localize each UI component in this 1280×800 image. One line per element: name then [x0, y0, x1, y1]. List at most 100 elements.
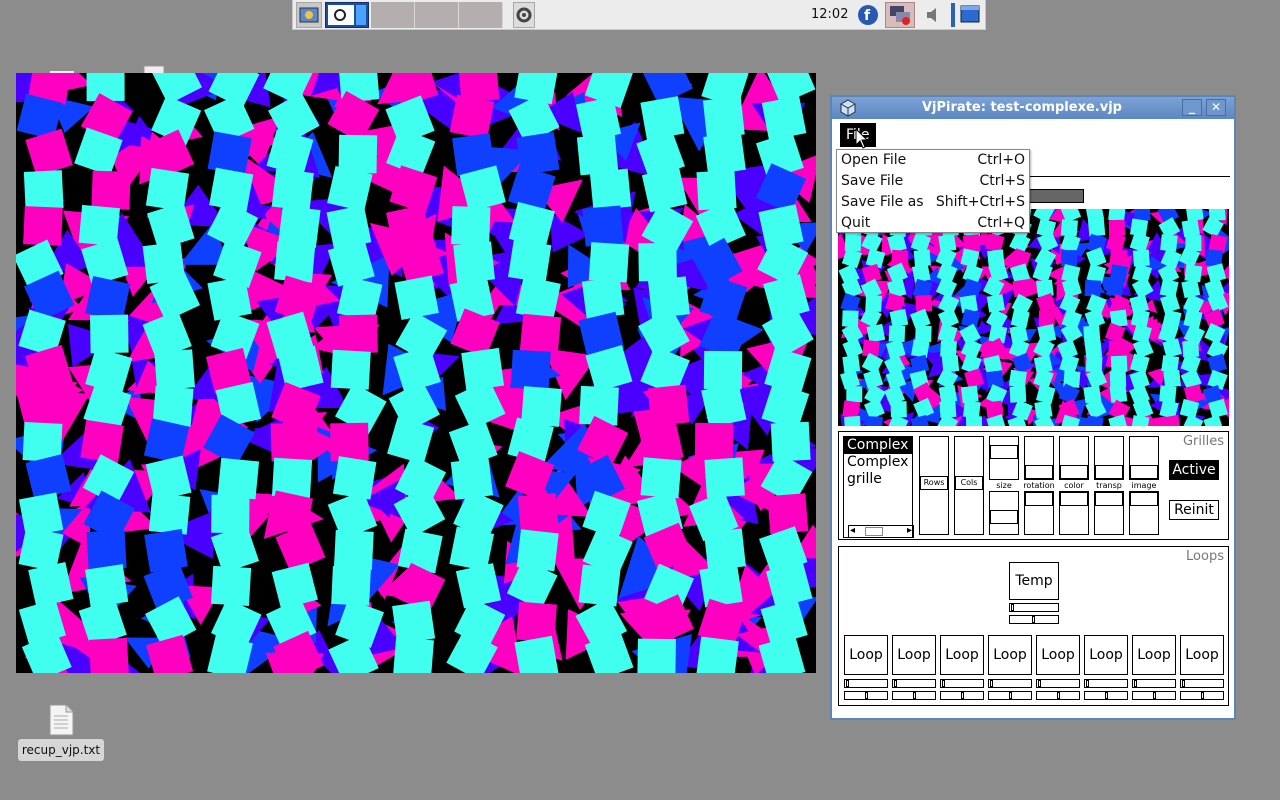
pattern-square	[1084, 340, 1103, 358]
loop-button[interactable]: Loop	[1132, 635, 1176, 675]
loop-button[interactable]: Loop	[940, 635, 984, 675]
pattern-square	[581, 276, 625, 320]
loop-slider[interactable]	[1036, 679, 1080, 688]
pattern-square	[699, 564, 743, 608]
pattern-square	[704, 528, 746, 571]
network-icon[interactable]	[885, 2, 915, 28]
pattern-square	[846, 386, 863, 403]
pattern-square	[1087, 219, 1106, 237]
pattern-square	[144, 528, 188, 573]
pattern-square	[702, 96, 745, 139]
top-panel: 12:02 f	[292, 0, 986, 30]
reinit-button[interactable]: Reinit	[1169, 500, 1219, 520]
pattern-square	[86, 529, 127, 570]
loop-slider-2[interactable]	[892, 691, 936, 700]
workspace-2[interactable]	[371, 2, 415, 28]
loop-slider-2[interactable]	[1084, 691, 1128, 700]
loop-slider[interactable]	[1132, 679, 1176, 688]
transp-slider[interactable]	[1094, 436, 1124, 480]
pattern-square	[271, 168, 314, 211]
image-slider-2[interactable]	[1129, 491, 1159, 535]
grilles-title: Grilles	[1182, 434, 1224, 449]
menu-item-quit[interactable]: Quit Ctrl+Q	[841, 213, 1027, 234]
loop-slider-2[interactable]	[1180, 691, 1224, 700]
pattern-square	[451, 206, 491, 246]
loop-button[interactable]: Loop	[892, 635, 936, 675]
volume-icon[interactable]	[923, 5, 943, 29]
loop-slider-2[interactable]	[1036, 691, 1080, 700]
loop-slider[interactable]	[1084, 679, 1128, 688]
workspace-3[interactable]	[415, 2, 459, 28]
pattern-square	[911, 339, 930, 358]
pattern-square	[843, 415, 862, 426]
loop-slider-2[interactable]	[940, 691, 984, 700]
temp-button[interactable]: Temp	[1009, 562, 1059, 600]
pattern-square	[517, 493, 559, 535]
desktop-file-label[interactable]: recup_vjp.txt	[18, 739, 104, 761]
temp-slider-2[interactable]	[1009, 615, 1059, 624]
grille-item[interactable]: Complex	[844, 454, 912, 471]
image-slider[interactable]	[1129, 436, 1159, 480]
loop-button[interactable]: Loop	[1084, 635, 1128, 675]
rotation-slider[interactable]	[1024, 436, 1054, 480]
title-bar[interactable]: VjPirate: test-complexe.vjp _ ✕	[832, 97, 1234, 119]
minimize-icon[interactable]: _	[1182, 99, 1202, 116]
gear-icon[interactable]	[513, 2, 535, 28]
temp-slider[interactable]	[1009, 603, 1059, 612]
menu-item-shortcut: Shift+Ctrl+S	[935, 194, 1025, 210]
text-file-icon[interactable]	[47, 704, 75, 740]
pattern-square	[270, 422, 310, 462]
loop-button[interactable]: Loop	[1036, 635, 1080, 675]
pattern-square	[1009, 385, 1027, 403]
pattern-square	[640, 96, 685, 141]
menu-item-save-file-as[interactable]: Save File as Shift+Ctrl+S	[841, 192, 1027, 213]
active-window-button[interactable]	[325, 2, 369, 28]
pattern-square	[965, 416, 983, 426]
grille-item[interactable]: Complex	[844, 437, 912, 454]
grille-list[interactable]: Complex Complex grille ◂ ▸	[843, 436, 914, 538]
grille-item[interactable]: grille	[844, 471, 912, 488]
pattern-square	[397, 528, 443, 574]
pattern-square	[696, 636, 739, 673]
loop-slider[interactable]	[844, 679, 888, 688]
pattern-square	[278, 205, 321, 248]
close-icon[interactable]: ✕	[1206, 99, 1226, 116]
pattern-square	[508, 239, 552, 283]
rows-slider[interactable]: Rows	[919, 436, 949, 535]
active-toggle[interactable]: Active	[1169, 460, 1219, 480]
pattern-square	[888, 325, 906, 343]
transp-slider-2[interactable]	[1094, 491, 1124, 535]
pattern-square	[960, 385, 979, 404]
loop-button[interactable]: Loop	[1180, 635, 1224, 675]
fedora-icon[interactable]: f	[857, 4, 879, 30]
workspace-4[interactable]	[459, 2, 503, 28]
pattern-square	[1109, 385, 1128, 403]
pattern-square	[274, 241, 316, 283]
cols-slider[interactable]: Cols	[954, 436, 984, 535]
color-slider[interactable]	[1059, 436, 1089, 480]
color-slider-2[interactable]	[1059, 491, 1089, 535]
size-slider-2[interactable]	[989, 491, 1019, 535]
loop-button[interactable]: Loop	[988, 635, 1032, 675]
loop-button[interactable]: Loop	[844, 635, 888, 675]
loop-slider[interactable]	[940, 679, 984, 688]
loop-slider[interactable]	[892, 679, 936, 688]
pattern-square	[770, 421, 811, 462]
pattern-square	[1105, 278, 1125, 298]
loop-slider-2[interactable]	[988, 691, 1032, 700]
loop-slider-2[interactable]	[1132, 691, 1176, 700]
pattern-square	[211, 565, 252, 606]
app-menu-icon[interactable]	[296, 2, 322, 28]
show-desktop-icon[interactable]	[959, 3, 981, 29]
menu-item-save-file[interactable]: Save File Ctrl+S	[841, 171, 1027, 192]
loop-slider[interactable]	[988, 679, 1032, 688]
pattern-square	[1034, 400, 1053, 419]
loop-slider-2[interactable]	[844, 691, 888, 700]
rotation-slider-2[interactable]	[1024, 491, 1054, 535]
pattern-square	[148, 493, 191, 535]
loop-slider[interactable]	[1180, 679, 1224, 688]
pattern-square	[1184, 264, 1203, 283]
grille-scrollbar[interactable]: ◂ ▸	[848, 525, 914, 538]
pattern-square	[1110, 355, 1128, 373]
size-slider[interactable]	[989, 436, 1019, 480]
